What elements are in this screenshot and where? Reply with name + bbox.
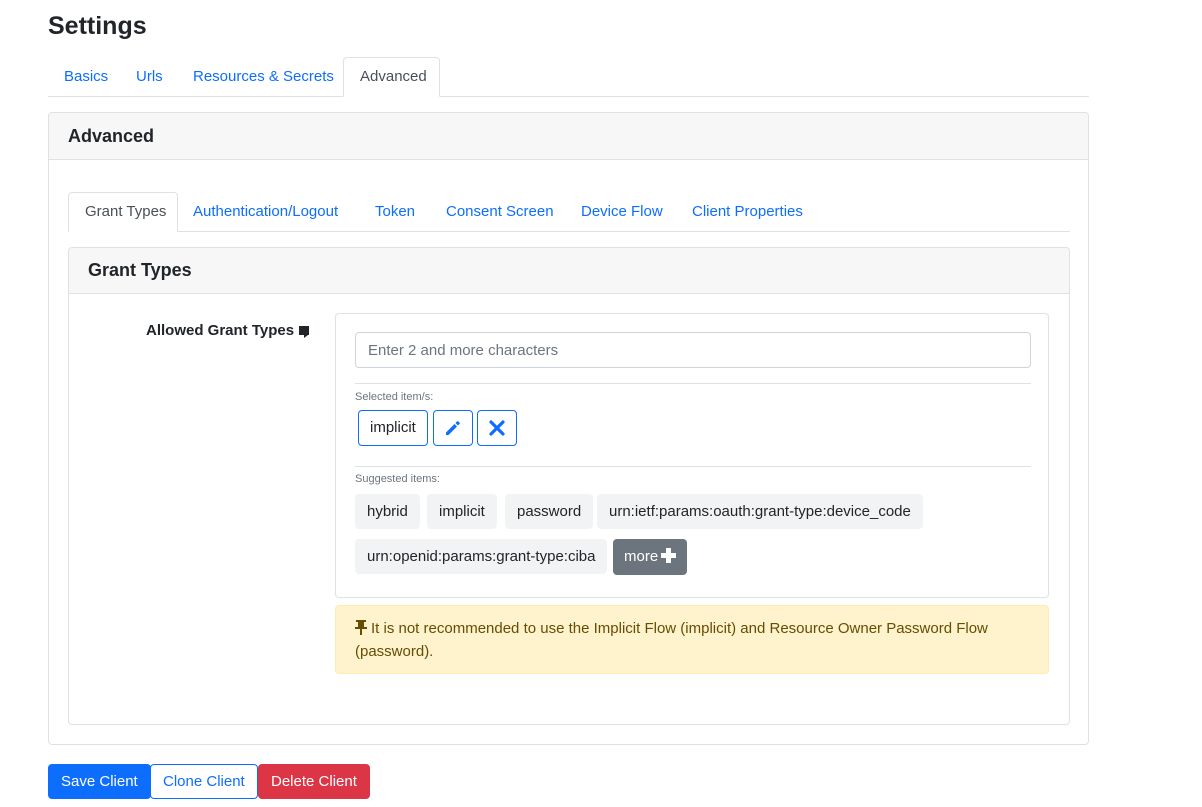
more-button-label: more [624, 548, 659, 565]
suggested-item-ciba[interactable]: urn:openid:params:grant-type:ciba [355, 539, 608, 574]
suggested-item-device-code[interactable]: urn:ietf:params:oauth:grant-type:device_… [597, 494, 923, 529]
tab-basics[interactable]: Basics [48, 57, 124, 97]
divider [355, 383, 1031, 384]
divider [355, 466, 1031, 467]
suggested-items-label: Suggested items: [355, 473, 440, 485]
grant-type-selector: Selected item/s: implicit Suggested item… [335, 313, 1049, 598]
advanced-card-header: Advanced [49, 113, 1088, 160]
allowed-grant-types-label-text: Allowed Grant Types [146, 322, 295, 339]
save-client-button[interactable]: Save Client [48, 764, 151, 799]
pin-icon [355, 620, 367, 635]
edit-selected-button[interactable] [433, 410, 473, 446]
tab-advanced[interactable]: Advanced [343, 57, 440, 97]
tab-grant-types[interactable]: Grant Types [68, 192, 178, 232]
advanced-tabs: Grant Types Authentication/Logout Token … [68, 192, 1070, 232]
allowed-grant-types-label: Allowed Grant Types [146, 322, 310, 339]
delete-client-button[interactable]: Delete Client [258, 764, 370, 799]
settings-page: Settings Basics Urls Resources & Secrets… [0, 0, 1202, 807]
selected-items-label: Selected item/s: [355, 391, 434, 403]
page-title: Settings [48, 12, 147, 40]
tab-consent-screen[interactable]: Consent Screen [430, 192, 570, 232]
tab-urls[interactable]: Urls [120, 57, 179, 97]
more-button[interactable]: more [613, 539, 688, 575]
tab-authentication-logout[interactable]: Authentication/Logout [177, 192, 354, 232]
suggested-item-implicit[interactable]: implicit [427, 494, 497, 529]
warning-text: It is not recommended to use the Implici… [355, 620, 988, 660]
plus-icon [661, 548, 677, 563]
selected-item-implicit: implicit [358, 410, 428, 446]
grant-type-search-input[interactable] [355, 332, 1031, 368]
pencil-icon [446, 421, 460, 435]
remove-selected-button[interactable] [477, 410, 517, 446]
suggested-item-hybrid[interactable]: hybrid [355, 494, 420, 529]
clone-client-button[interactable]: Clone Client [150, 764, 258, 799]
tab-client-properties[interactable]: Client Properties [676, 192, 819, 232]
x-icon [489, 420, 505, 436]
implicit-flow-warning: It is not recommended to use the Implici… [335, 605, 1049, 674]
tab-device-flow[interactable]: Device Flow [565, 192, 679, 232]
suggested-item-password[interactable]: password [505, 494, 594, 529]
settings-tabs: Basics Urls Resources & Secrets Advanced [48, 57, 1089, 97]
advanced-card: Advanced Grant Types Authentication/Logo… [48, 112, 1089, 745]
comment-icon[interactable] [299, 326, 310, 338]
tab-resources-secrets[interactable]: Resources & Secrets [177, 57, 350, 97]
grant-types-card-header: Grant Types [69, 248, 1069, 294]
grant-types-card: Grant Types Allowed Grant Types Selected… [68, 247, 1070, 725]
tab-token[interactable]: Token [359, 192, 431, 232]
